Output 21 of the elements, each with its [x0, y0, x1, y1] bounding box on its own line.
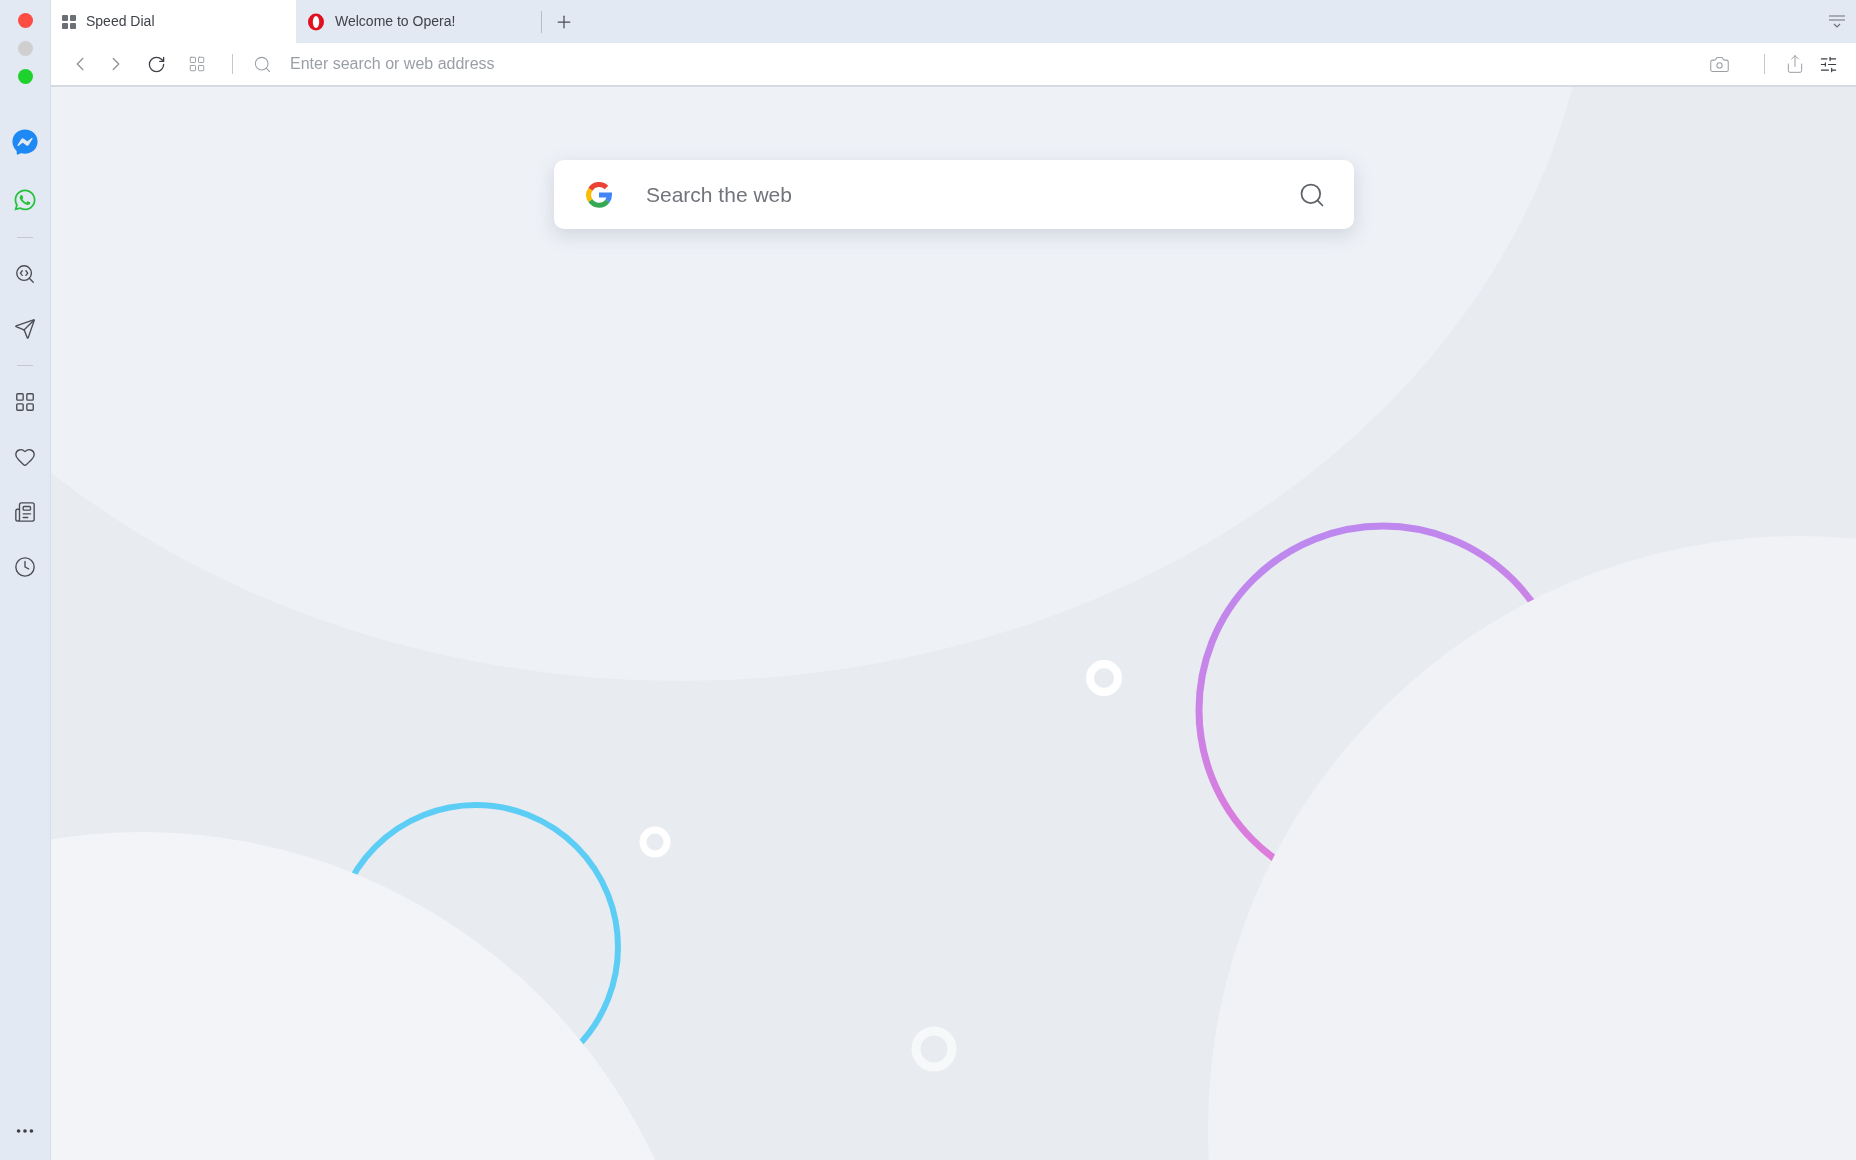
- search-icon[interactable]: [14, 263, 36, 285]
- tab-title: Welcome to Opera!: [335, 12, 456, 31]
- settings-icon[interactable]: [1819, 54, 1838, 74]
- tab-title: Speed Dial: [86, 12, 155, 31]
- search-icon: [253, 54, 272, 74]
- reload-button[interactable]: [147, 54, 166, 74]
- web-search-box[interactable]: Search the web: [554, 160, 1354, 229]
- share-icon[interactable]: [1785, 54, 1805, 74]
- heart-icon[interactable]: [14, 446, 36, 468]
- google-g-icon: [584, 179, 614, 210]
- send-icon[interactable]: [14, 318, 36, 340]
- close-window-button[interactable]: [17, 13, 33, 28]
- whatsapp-icon[interactable]: [13, 188, 37, 212]
- search-field[interactable]: Search the web: [646, 178, 1298, 211]
- news-icon[interactable]: [14, 501, 36, 523]
- opera-logo-icon: [307, 12, 325, 31]
- messenger-icon[interactable]: [12, 129, 38, 155]
- grid-icon[interactable]: [14, 391, 36, 413]
- browser-tab[interactable]: Speed Dial: [51, 0, 296, 43]
- grid-icon: [62, 14, 76, 29]
- clock-icon[interactable]: [14, 556, 36, 578]
